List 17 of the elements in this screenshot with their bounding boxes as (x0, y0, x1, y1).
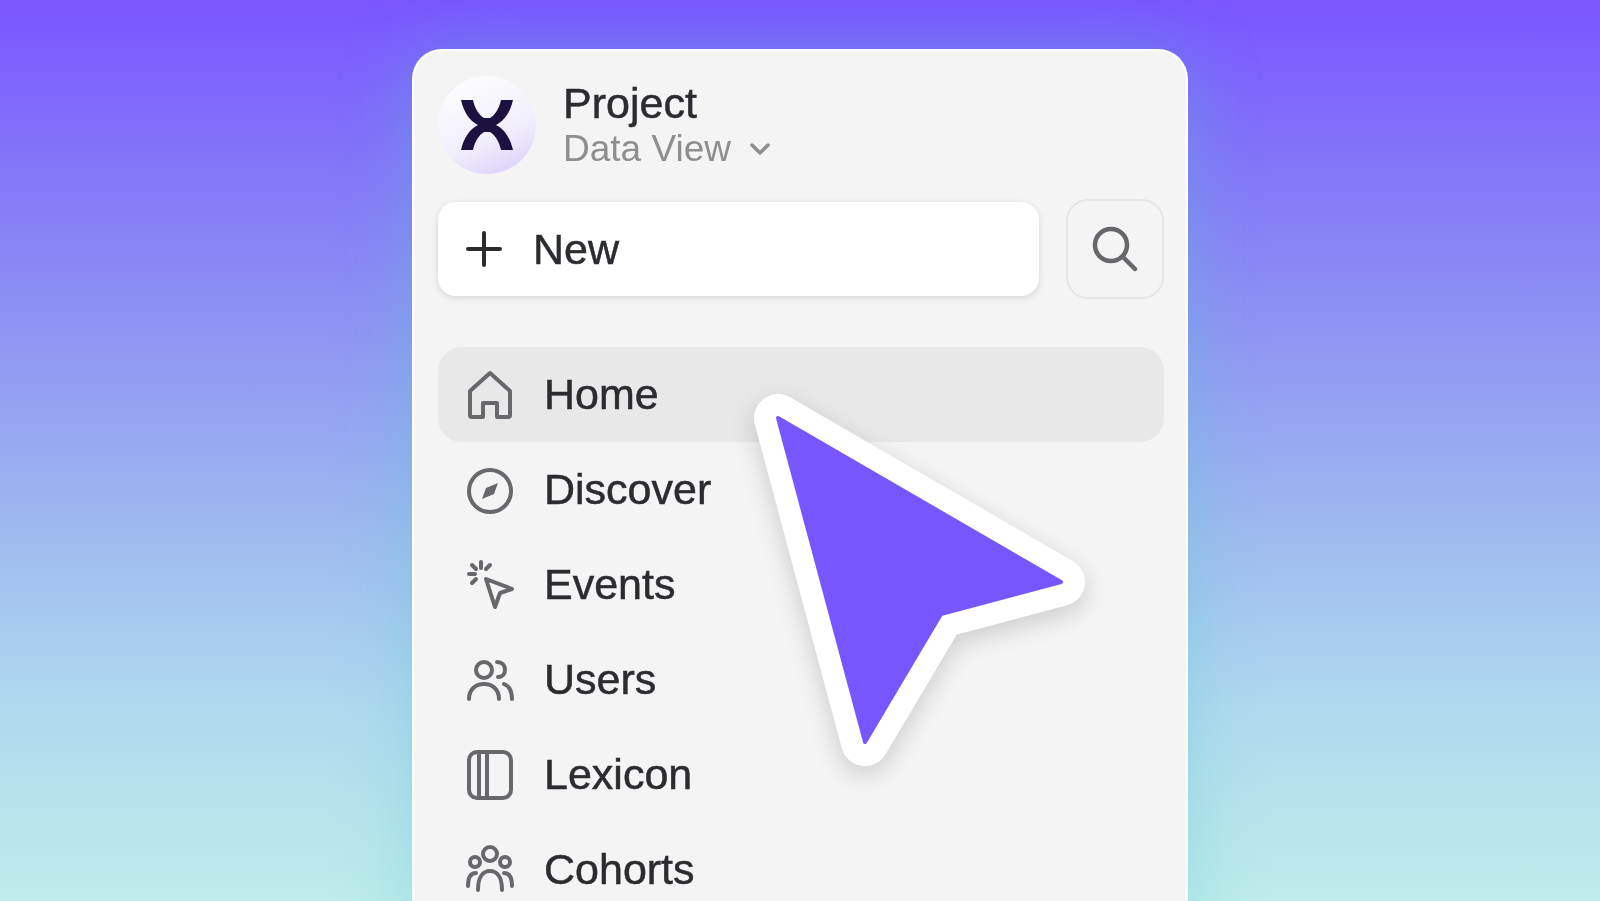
new-button[interactable]: New (438, 202, 1039, 296)
book-icon (466, 748, 514, 801)
plus-icon (466, 231, 502, 267)
house-icon (466, 368, 514, 421)
sparkle-cursor-icon (466, 558, 514, 611)
logo-icon (438, 76, 536, 174)
nav-item[interactable]: Cohorts (438, 822, 1164, 901)
project-title: Project (563, 79, 698, 127)
nav-item[interactable]: Events (438, 537, 1164, 632)
nav-item[interactable]: Lexicon (438, 727, 1164, 822)
search-icon (1092, 226, 1138, 272)
nav-item[interactable]: Home (438, 347, 1164, 442)
search-button[interactable] (1066, 199, 1164, 299)
pointer-arrow-icon (752, 392, 1087, 768)
chevron-down-icon (748, 142, 771, 156)
nav-item[interactable]: Discover (438, 442, 1164, 537)
nav-item[interactable]: Users (438, 632, 1164, 727)
